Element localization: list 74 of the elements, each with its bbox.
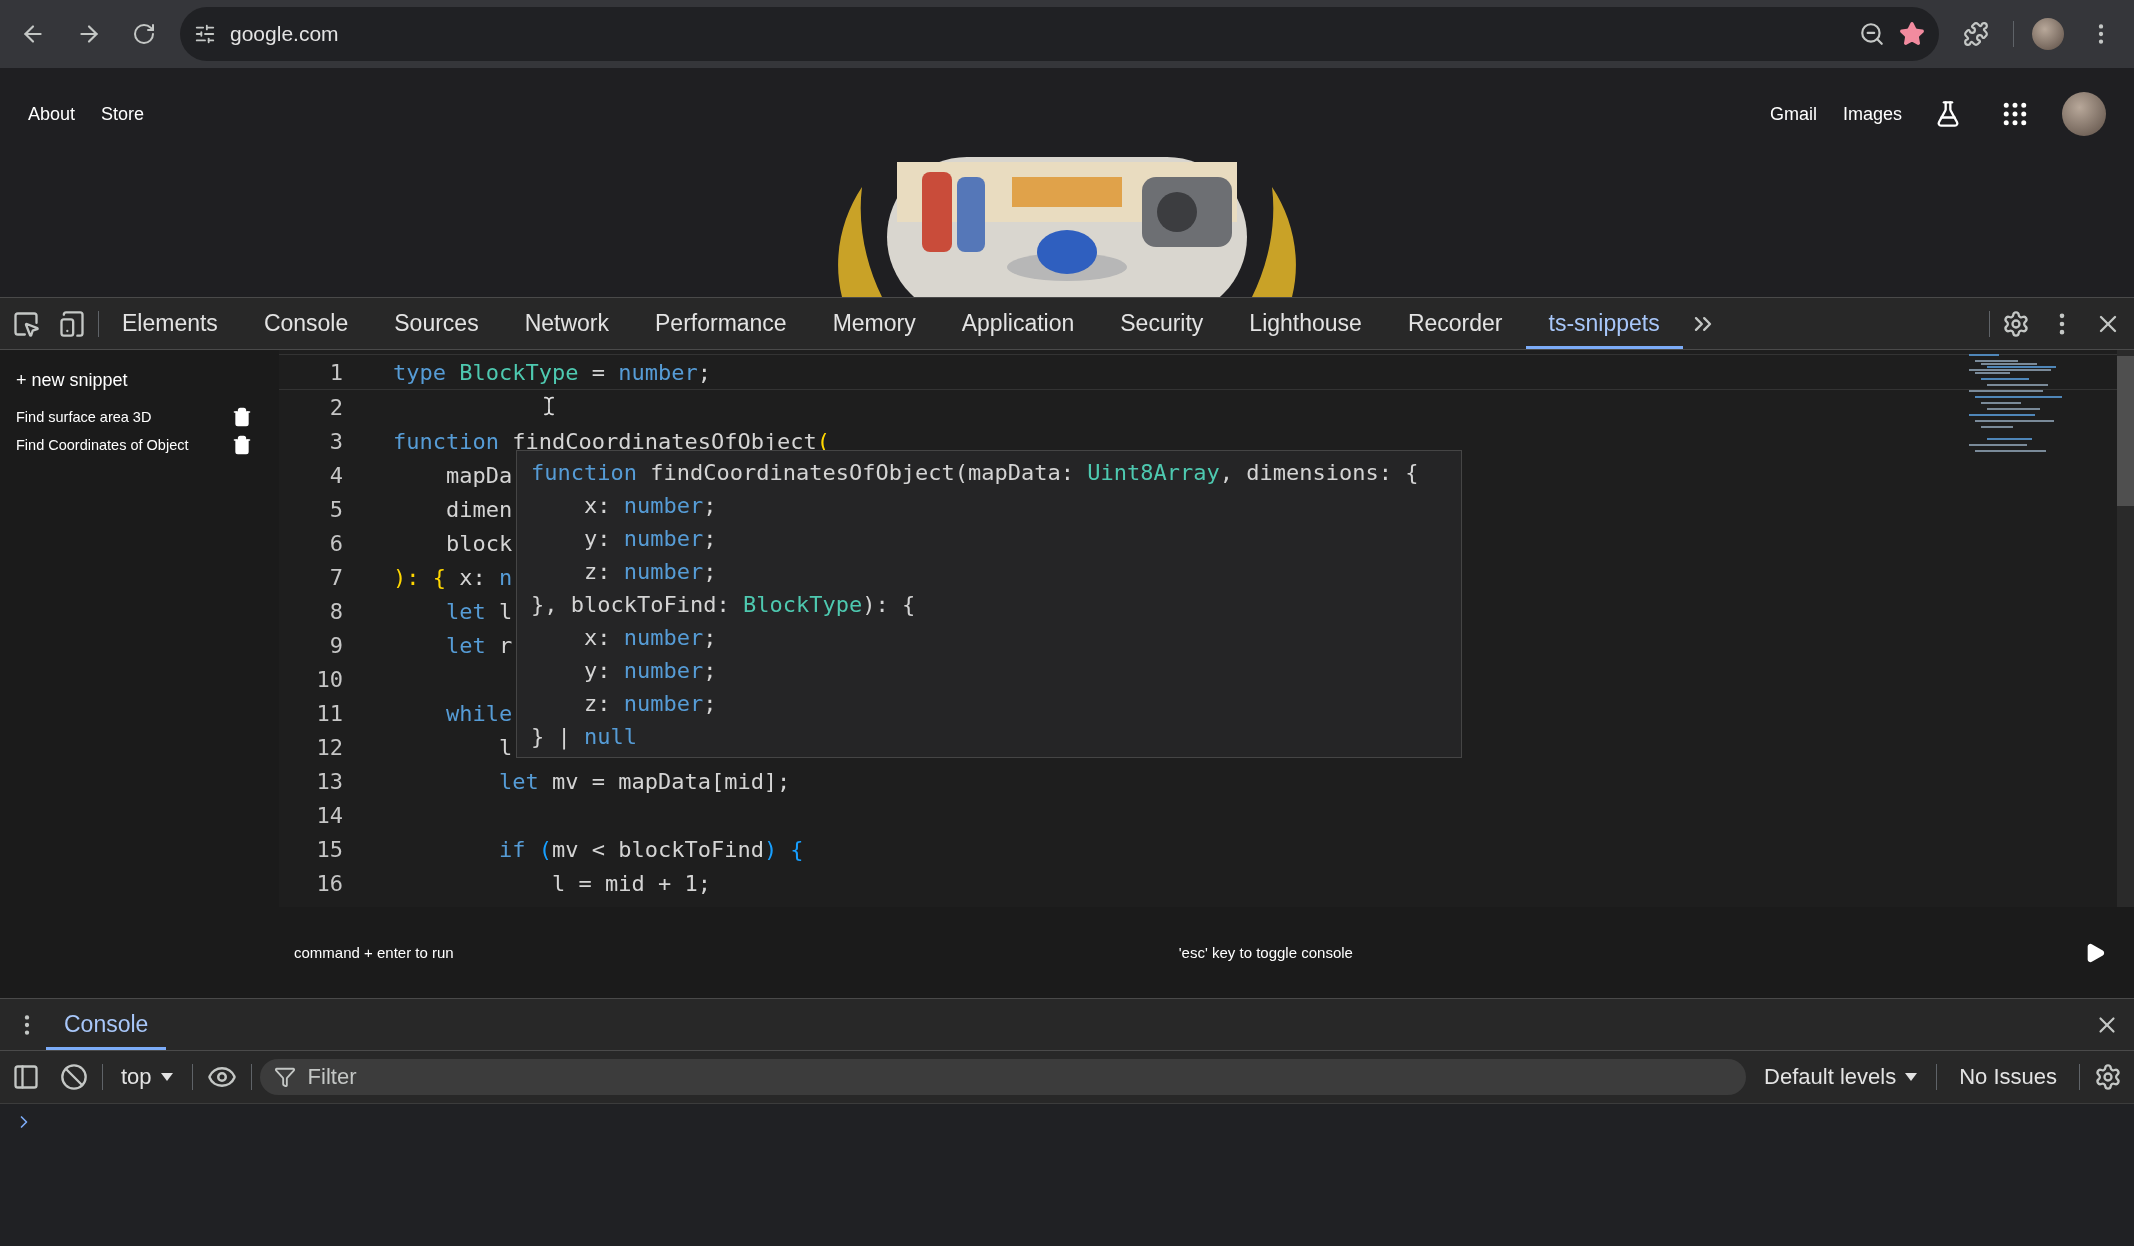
sidebar-toggle-icon[interactable]: [12, 1063, 40, 1091]
address-bar[interactable]: google.com: [180, 7, 1939, 61]
clear-console-icon[interactable]: [60, 1063, 88, 1091]
devtools-tab[interactable]: Lighthouse: [1226, 298, 1385, 349]
nav-link[interactable]: Store: [101, 103, 145, 125]
devtools-tab[interactable]: Memory: [809, 298, 939, 349]
reload-icon[interactable]: [132, 22, 156, 46]
code-line: let r: [444, 632, 513, 658]
zoom-icon[interactable]: [1859, 21, 1885, 47]
inspect-element-icon[interactable]: [12, 309, 40, 338]
devtools-tab[interactable]: Recorder: [1384, 298, 1526, 349]
line-number: 6: [328, 530, 344, 556]
nav-link[interactable]: About: [28, 103, 76, 125]
console-hint: 'esc' key to toggle console: [1178, 944, 1353, 961]
line-number: 7: [328, 564, 344, 590]
bookmark-star-icon[interactable]: [1899, 21, 1925, 47]
line-number: 9: [328, 632, 344, 658]
new-snippet-button[interactable]: + new snippet: [16, 370, 279, 399]
line-number: 1: [328, 359, 344, 385]
snippet-item[interactable]: Find surface area 3D: [16, 409, 152, 425]
filter-icon: [273, 1066, 296, 1088]
scrollbar-thumb[interactable]: [2117, 356, 2134, 506]
context-dropdown[interactable]: top: [111, 1060, 184, 1094]
profile-avatar[interactable]: [2032, 18, 2064, 50]
code-line: dimen: [444, 496, 513, 522]
code-line: l: [497, 734, 513, 760]
line-number: 8: [328, 598, 344, 624]
nav-link[interactable]: Images: [1842, 103, 1902, 125]
trash-icon[interactable]: [232, 407, 252, 427]
line-number: 3: [328, 428, 344, 454]
devtools-tab[interactable]: Security: [1097, 298, 1227, 349]
code-line: l = mid + 1;: [550, 870, 711, 896]
settings-icon[interactable]: [2094, 1063, 2122, 1091]
site-settings-icon[interactable]: [194, 23, 216, 45]
code-line: if (mv < blockToFind) {: [497, 836, 804, 862]
line-number: 4: [328, 462, 344, 488]
line-number: 14: [315, 802, 344, 828]
nav-link[interactable]: Gmail: [1769, 103, 1817, 125]
run-hint: command + enter to run: [294, 944, 454, 961]
line-number: 13: [315, 768, 344, 794]
devtools-tab[interactable]: Elements: [99, 298, 241, 349]
line-number: 16: [315, 870, 344, 896]
devtools-tab[interactable]: Sources: [371, 298, 502, 349]
line-number: 10: [315, 666, 344, 692]
code-line: let l: [444, 598, 513, 624]
caret-icon: [159, 1072, 174, 1082]
account-avatar[interactable]: [2062, 92, 2106, 136]
trash-icon[interactable]: [232, 435, 252, 455]
puzzle-icon[interactable]: [1963, 21, 1989, 47]
devtools-tab[interactable]: Console: [240, 298, 372, 349]
code-line: let mv = mapData[mid];: [497, 768, 791, 794]
code-line: ): { x: n: [393, 564, 513, 590]
levels-dropdown[interactable]: Default levels: [1754, 1060, 1929, 1094]
line-number: 5: [328, 496, 344, 522]
issues-label: No Issues: [1958, 1064, 2058, 1090]
code-line: while: [444, 700, 513, 726]
line-number: 15: [315, 836, 344, 862]
caret-icon: [1904, 1072, 1919, 1082]
code-line: type BlockType = number;: [393, 359, 711, 385]
snippet-item[interactable]: Find Coordinates of Object: [16, 437, 189, 453]
line-number: 2: [328, 394, 344, 420]
url-text: google.com: [230, 22, 340, 46]
devtools-tab[interactable]: Application: [938, 298, 1098, 349]
line-number: 11: [315, 700, 344, 726]
device-toolbar-icon[interactable]: [58, 309, 86, 338]
code-line: mapDa: [444, 462, 513, 488]
filter-field[interactable]: Filter: [259, 1059, 1747, 1095]
filter-input[interactable]: Filter: [305, 1063, 1733, 1091]
devtools-tab[interactable]: Network: [501, 298, 632, 349]
code-line: block: [444, 530, 513, 556]
devtools-tab[interactable]: Performance: [632, 298, 810, 349]
line-number: 12: [315, 734, 344, 760]
settings-icon[interactable]: [2002, 309, 2030, 338]
type-tooltip: function findCoordinatesOfObject(mapData: Uint8Array, dimensions: { x: number; y: number; z: number; }, blockToFind: BlockType): { x: number; y: number; z: number; } | null: [516, 450, 1462, 758]
